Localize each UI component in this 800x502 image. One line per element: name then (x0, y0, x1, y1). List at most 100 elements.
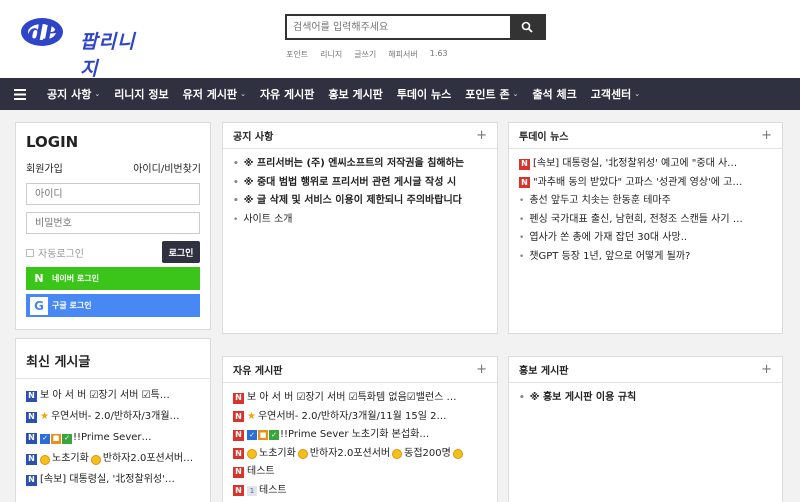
nav-promo-board[interactable]: 홍보 게시판 (321, 86, 389, 102)
promo-board-list: • ※ 홍보 게시판 이용 규칙 (509, 383, 782, 414)
new-badge-icon: N (519, 177, 530, 189)
check-icon: ✓ (247, 430, 257, 441)
list-item[interactable]: N 노초기화 반하자2.0포션서버… (26, 449, 200, 470)
sun-icon (452, 448, 463, 459)
hamburger-icon (14, 88, 26, 100)
nav-notice[interactable]: 공지 사항 ⌄ (40, 86, 107, 102)
google-icon: G (30, 296, 48, 315)
signup-link[interactable]: 회원가입 (26, 160, 63, 175)
nav-today-news[interactable]: 투데이 뉴스 (390, 86, 458, 102)
naver-icon: N (34, 272, 44, 285)
nav-lineage-info[interactable]: 리니지 정보 (107, 86, 175, 102)
free-board-list: N보 아 서 버 ☑장기 서버 ☑특화템 없음☑밸런스 … N ★ 우연서버- 2.… (223, 383, 497, 502)
list-item[interactable]: N ★ 우연서버- 2.0/반하자/3개월… (26, 407, 200, 428)
recent-posts-panel: 최신 게시글 N보 아 서 버 ☑장기 서버 ☑특… N ★ 우연서버- 2.0/반… (15, 338, 211, 502)
list-item[interactable]: • ※ 글 삭제 및 서비스 이용이 제한되니 주의바랍니다 (233, 192, 487, 211)
site-logo[interactable]: dP 팝리니지 (18, 10, 138, 80)
today-news-title[interactable]: 투데이 뉴스 (519, 128, 568, 143)
list-item[interactable]: • 펜싱 국가대표 출신, 남현희, 전청조 스캔들 사기 … (519, 211, 772, 230)
nav-point-zone[interactable]: 포인트 존 ⌄ (458, 86, 525, 102)
search-input[interactable] (287, 16, 512, 38)
nav-user-board[interactable]: 유저 게시판 ⌄ (176, 86, 253, 102)
list-item[interactable]: N 테스트 (233, 463, 487, 482)
list-item[interactable]: N [속보] 대통령실, '北정찰위성' 예고에 "중대 사… (519, 155, 772, 174)
search-icon (521, 21, 533, 33)
list-item[interactable]: N보 아 서 버 ☑장기 서버 ☑특화템 없음☑밸런스 … (233, 389, 487, 408)
login-panel: LOGIN 회원가입 아이디/비번찾기 자동로그인 로그인 N 네이버 로그인 … (15, 122, 211, 330)
list-item[interactable]: N보 아 서 버 ☑장기 서버 ☑특… (26, 386, 200, 407)
today-news-panel: 투데이 뉴스 + N [속보] 대통령실, '北정찰위성' 예고에 "중대 사… … (508, 122, 783, 334)
promo-board-panel: 홍보 게시판 + • ※ 홍보 게시판 이용 규칙 (508, 356, 783, 502)
menu-button[interactable] (0, 88, 40, 100)
free-board-title[interactable]: 자유 게시판 (233, 362, 282, 377)
google-login-label: 구글 로그인 (52, 301, 92, 310)
nav-customer-center[interactable]: 고객센터 ⌄ (584, 86, 647, 102)
new-badge-icon: N (233, 448, 244, 460)
bullet-icon: • (519, 393, 525, 403)
list-item[interactable]: • ※ 홍보 게시판 이용 규칙 (519, 389, 772, 408)
check-icon: ✓ (40, 433, 50, 444)
more-icon[interactable]: + (761, 362, 772, 377)
new-badge-icon: N (233, 411, 244, 423)
list-item[interactable]: N ✓ ■ ✓ !!Prime Sever 노초기화 본섭화… (233, 426, 487, 445)
naver-login-label: 네이버 로그인 (52, 274, 99, 283)
list-item[interactable]: N 1 테스트 (233, 482, 487, 501)
sun-icon (392, 448, 403, 459)
list-item[interactable]: • 챗GPT 등장 1년, 앞으로 어떻게 될까? (519, 248, 772, 267)
login-button[interactable]: 로그인 (162, 241, 200, 263)
free-board-panel: 자유 게시판 + N보 아 서 버 ☑장기 서버 ☑특화템 없음☑밸런스 … N… (222, 356, 498, 502)
check-icon: ✓ (62, 433, 72, 444)
quick-link-write[interactable]: 글쓰기 (354, 49, 376, 60)
nav-attendance[interactable]: 출석 체크 (525, 86, 583, 102)
more-icon[interactable]: + (476, 362, 487, 377)
list-item[interactable]: N "과추배 동의 받았다" 고파스 '성관계 영상'에 고… (519, 174, 772, 193)
more-icon[interactable]: + (761, 128, 772, 143)
square-icon: ■ (258, 430, 268, 441)
promo-board-title[interactable]: 홍보 게시판 (519, 362, 568, 377)
new-badge-icon: N (233, 429, 244, 441)
sun-icon (297, 448, 308, 459)
chevron-down-icon: ⌄ (94, 90, 101, 98)
logo-text: 팝리니지 (80, 31, 136, 80)
sun-icon (40, 454, 50, 465)
new-badge-icon: N (519, 158, 530, 170)
quick-link-lineage[interactable]: 리니지 (320, 49, 342, 60)
list-item[interactable]: • 사이트 소개 (233, 211, 487, 230)
main-nav: 공지 사항 ⌄ 리니지 정보 유저 게시판 ⌄ 자유 게시판 홍보 게시판 투데이 … (0, 78, 800, 110)
sun-icon (90, 454, 101, 465)
find-account-link[interactable]: 아이디/비번찾기 (133, 160, 201, 175)
chevron-down-icon: ⌄ (240, 90, 246, 98)
new-badge-icon: N (233, 485, 244, 497)
google-login-button[interactable]: G 구글 로그인 (26, 294, 200, 317)
promo-board-header: 홍보 게시판 + (509, 357, 782, 383)
notice-list: • ※ 프리서버는 (주) 엔씨소프트의 저작권을 침해하는 • ※ 중대 범법 행… (223, 149, 497, 235)
list-item[interactable]: N ✓ ■ ✓ !!Prime Sever… (26, 428, 200, 449)
logo-mark-icon: dP (21, 18, 63, 46)
quick-link-happy-server[interactable]: 해피서버 (388, 49, 417, 60)
list-item[interactable]: • ※ 프리서버는 (주) 엔씨소프트의 저작권을 침해하는 (233, 155, 487, 174)
bullet-icon: • (233, 177, 239, 188)
new-badge-icon: N (233, 466, 244, 478)
checkbox-icon (26, 248, 34, 257)
list-item[interactable]: • 엽사가 쏜 총에 가재 잡던 30대 사망.. (519, 229, 772, 248)
auto-login-checkbox[interactable]: 자동로그인 (26, 245, 84, 260)
list-item[interactable]: • ※ 중대 범법 행위로 프리서버 관련 게시글 작성 시 (233, 174, 487, 193)
new-badge-icon: N (26, 391, 37, 402)
naver-login-button[interactable]: N 네이버 로그인 (26, 267, 200, 290)
password-field[interactable] (26, 212, 200, 234)
username-field[interactable] (26, 183, 200, 205)
search-button[interactable] (510, 16, 544, 38)
quick-link-163[interactable]: 1.63 (430, 49, 448, 60)
sun-icon (247, 448, 257, 459)
recent-posts-list: N보 아 서 버 ☑장기 서버 ☑특… N ★ 우연서버- 2.0/반하자/3개월…… (16, 379, 210, 497)
chevron-down-icon: ⌄ (512, 90, 519, 98)
list-item[interactable]: N ★ 우연서버- 2.0/반하자/3개월/11월 15일 2… (233, 408, 487, 427)
notice-header: 공지 사항 + (223, 123, 497, 149)
more-icon[interactable]: + (476, 128, 487, 143)
list-item[interactable]: N [속보] 대통령실, '北정찰위성'… (26, 470, 200, 491)
quick-link-points[interactable]: 포인트 (286, 49, 308, 60)
list-item[interactable]: N 노초기화 반하자2.0포션서버 동접200명 (233, 445, 487, 464)
nav-free-board[interactable]: 자유 게시판 (253, 86, 321, 102)
notice-title[interactable]: 공지 사항 (233, 128, 273, 143)
list-item[interactable]: • 총선 앞두고 치솟는 한동훈 테마주 (519, 192, 772, 211)
